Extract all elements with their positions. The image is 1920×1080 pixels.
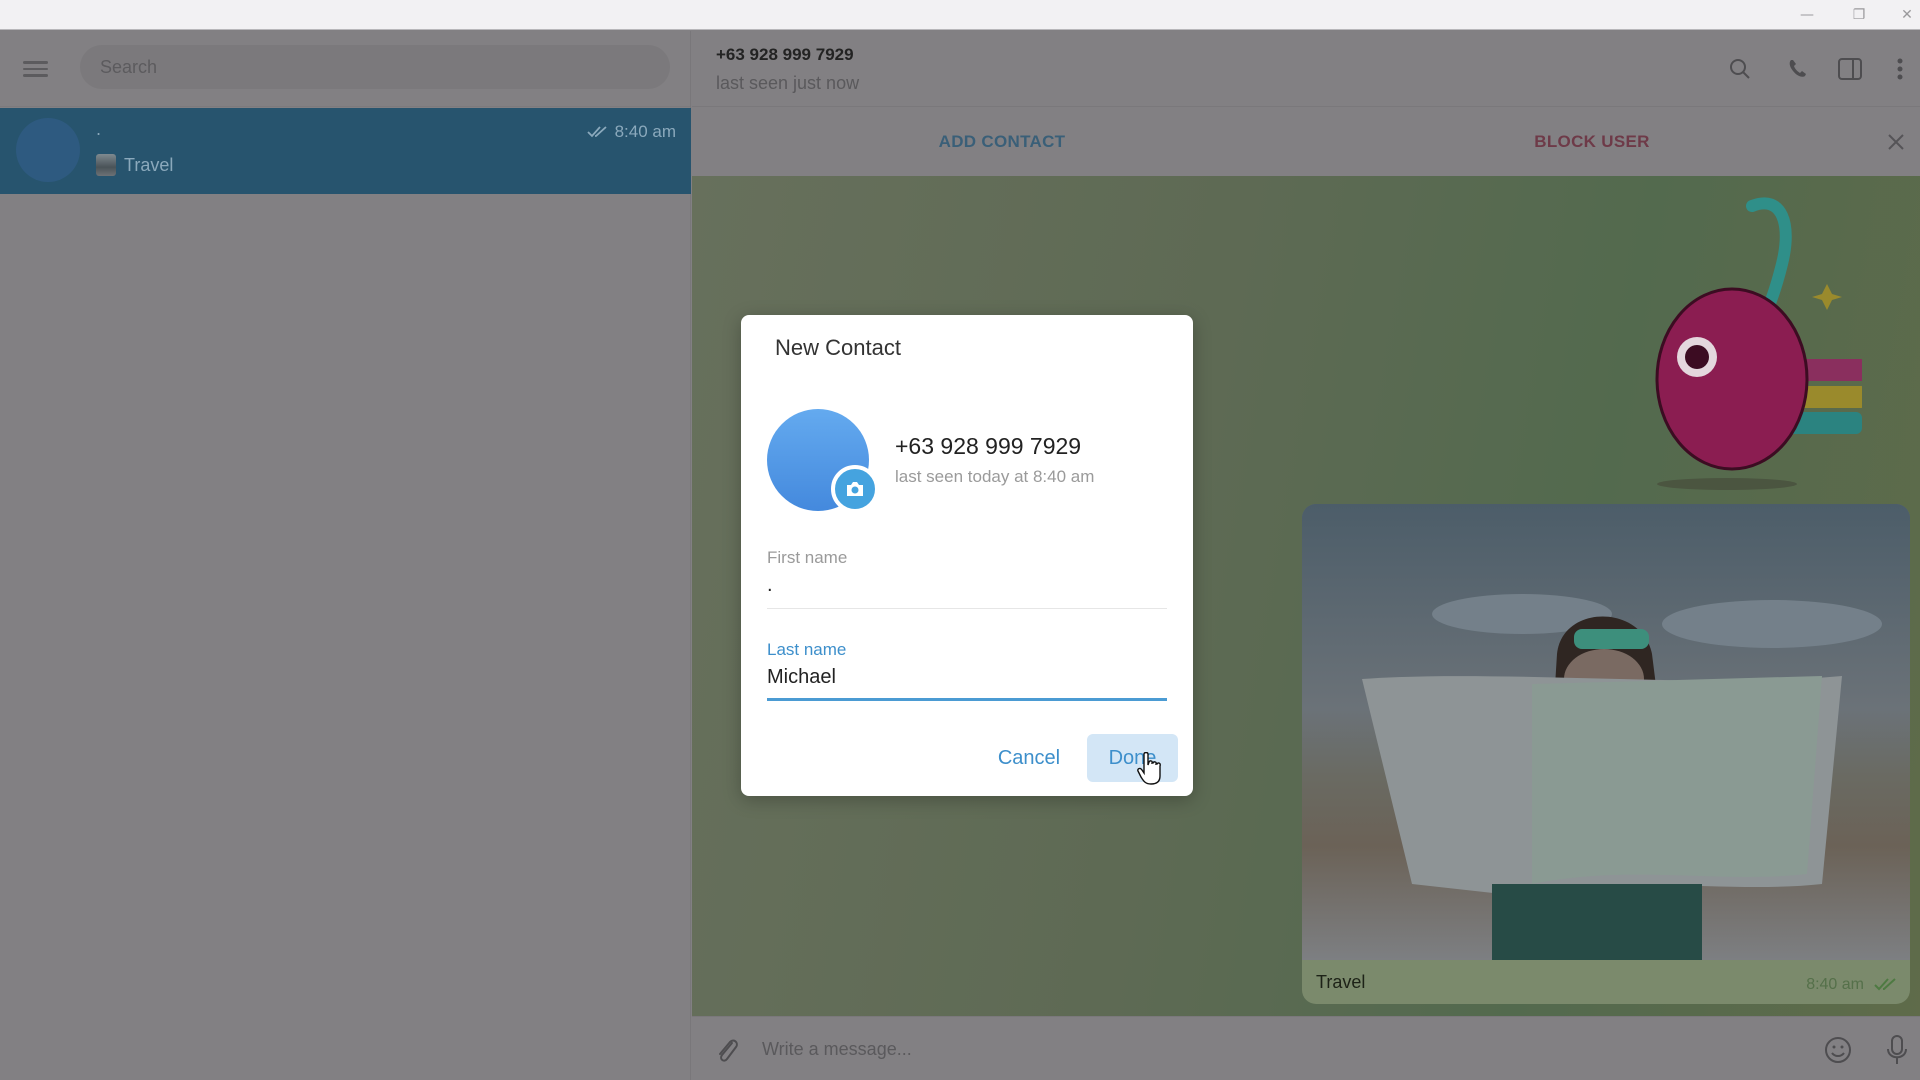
add-contact-button[interactable]: ADD CONTACT (692, 108, 1312, 176)
contact-phone: +63 928 999 7929 (895, 433, 1082, 459)
cherry-sticker (1655, 197, 1862, 490)
attach-icon[interactable] (710, 1033, 744, 1067)
chat-time-label: 8:40 am (614, 122, 676, 141)
message-input[interactable] (762, 1029, 1762, 1069)
search-input[interactable] (80, 45, 600, 89)
photo-caption: Travel (1316, 972, 1366, 992)
contact-action-bar: ADD CONTACT BLOCK USER (692, 108, 1920, 176)
close-icon[interactable] (1880, 126, 1912, 158)
chat-name: . (96, 120, 102, 139)
new-contact-dialog: New Contact +63 928 999 7929 last seen t… (741, 315, 1193, 796)
double-check-icon (1874, 978, 1896, 991)
last-name-field: Last name (767, 640, 1167, 701)
chat-preview: Travel (96, 154, 173, 176)
message-time: 8:40 am (1806, 976, 1864, 993)
double-check-icon (586, 126, 607, 138)
first-name-field: First name (767, 548, 1167, 609)
window-title-bar: — ❐ ✕ (0, 0, 1920, 30)
emoji-icon[interactable] (1821, 1033, 1855, 1067)
chat-header: +63 928 999 7929 last seen just now (692, 31, 1920, 107)
minimize-icon: — (1800, 7, 1814, 23)
peer-status: last seen just now (716, 73, 860, 93)
camera-icon[interactable] (831, 465, 879, 513)
first-name-input[interactable] (767, 568, 1167, 602)
chat-list-item[interactable]: . 8:40 am Travel (0, 108, 691, 194)
cancel-button[interactable]: Cancel (981, 734, 1077, 782)
chat-preview-text: Travel (124, 154, 174, 175)
hamburger-menu-icon[interactable] (22, 57, 50, 79)
chat-list-panel: . 8:40 am Travel (0, 31, 746, 1080)
photo-message[interactable]: Travel 8:40 am (1302, 504, 1910, 1004)
done-button[interactable]: Done (1087, 734, 1178, 782)
contact-last-seen: last seen today at 8:40 am (895, 467, 1095, 486)
more-vertical-icon[interactable] (1884, 53, 1916, 85)
block-user-button[interactable]: BLOCK USER (1312, 108, 1872, 176)
sidebar-toggle-icon[interactable] (1834, 53, 1866, 85)
search-box[interactable] (80, 45, 746, 100)
phone-icon[interactable] (1782, 53, 1814, 85)
message-composer (692, 1016, 1920, 1080)
last-name-label: Last name (767, 640, 847, 659)
restore-icon: ❐ (1852, 7, 1866, 23)
close-icon: ✕ (1901, 7, 1913, 23)
last-name-underline (767, 698, 1167, 701)
hand-cursor-icon (1137, 752, 1161, 785)
photo-thumbnail (96, 154, 116, 176)
close-window-button[interactable]: ✕ (1884, 0, 1920, 30)
dialog-title: New Contact (775, 335, 901, 360)
chat-time: 8:40 am (586, 122, 676, 142)
last-name-input[interactable] (767, 660, 1167, 694)
first-name-underline (767, 608, 1167, 609)
sidebar-header (0, 31, 746, 107)
message-meta: 8:40 am (1806, 976, 1898, 994)
first-name-label: First name (767, 548, 848, 567)
restore-button[interactable]: ❐ (1836, 0, 1882, 30)
travel-photo[interactable] (1302, 504, 1910, 960)
avatar (16, 118, 80, 182)
minimize-button[interactable]: — (1784, 0, 1830, 30)
search-icon[interactable] (1724, 53, 1756, 85)
microphone-icon[interactable] (1880, 1033, 1914, 1067)
peer-name[interactable]: +63 928 999 7929 (716, 45, 854, 65)
